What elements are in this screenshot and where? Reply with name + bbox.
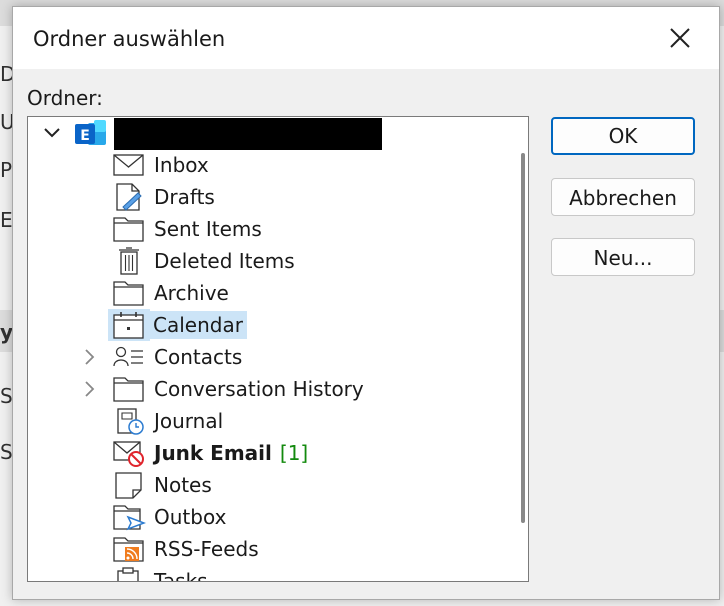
tree-item-label: Inbox xyxy=(154,153,209,177)
tree-item-journal[interactable]: Journal xyxy=(28,405,508,437)
folder-icon xyxy=(112,279,146,307)
cancel-button[interactable]: Abbrechen xyxy=(551,178,695,216)
tree-item-junk-email[interactable]: Junk Email [1] xyxy=(28,437,508,469)
select-folder-dialog: Ordner auswählen Ordner: E Inbox Drafts … xyxy=(12,6,720,600)
tree-item-label: Outbox xyxy=(154,505,227,529)
dialog-title: Ordner auswählen xyxy=(33,27,226,51)
folder-label: Ordner: xyxy=(27,86,103,110)
tree-item-deleted-items[interactable]: Deleted Items xyxy=(28,245,508,277)
junk-icon xyxy=(112,439,146,467)
tree-item-outbox[interactable]: Outbox xyxy=(28,501,508,533)
chevron-down-icon[interactable] xyxy=(42,123,62,143)
ok-button[interactable]: OK xyxy=(551,117,695,155)
tree-item-archive[interactable]: Archive xyxy=(28,277,508,309)
tree-item-label: Tasks xyxy=(154,569,208,582)
tasks-icon xyxy=(112,567,146,581)
tree-item-calendar[interactable]: Calendar xyxy=(28,309,508,341)
tree-item-label: Journal xyxy=(154,409,224,433)
tree-item-contacts[interactable]: Contacts xyxy=(28,341,508,373)
tree-item-label: Notes xyxy=(154,473,212,497)
rss-icon xyxy=(112,535,146,563)
contacts-icon xyxy=(112,343,146,371)
folder-icon xyxy=(112,215,146,243)
tree-item-drafts[interactable]: Drafts xyxy=(28,181,508,213)
redacted-account-name xyxy=(114,118,382,150)
folder-icon xyxy=(112,375,146,403)
folder-tree[interactable]: E Inbox Drafts Sent Items Deleted Items … xyxy=(27,116,529,582)
svg-text:E: E xyxy=(80,128,90,144)
chevron-right-icon[interactable] xyxy=(80,379,100,399)
tree-scrollbar[interactable] xyxy=(521,153,525,523)
close-button[interactable] xyxy=(663,21,697,55)
tree-item-notes[interactable]: Notes xyxy=(28,469,508,501)
tree-row-account[interactable]: E xyxy=(28,117,508,150)
tree-item-label: Conversation History xyxy=(154,377,364,401)
tree-item-label: Deleted Items xyxy=(154,249,295,273)
tree-item-conversation-history[interactable]: Conversation History xyxy=(28,373,508,405)
unread-count-badge: [1] xyxy=(279,441,309,465)
calendar-icon xyxy=(112,311,146,339)
close-icon xyxy=(670,28,690,48)
note-icon xyxy=(112,471,146,499)
tree-item-sent-items[interactable]: Sent Items xyxy=(28,213,508,245)
tree-item-label: RSS-Feeds xyxy=(154,537,259,561)
tree-item-inbox[interactable]: Inbox xyxy=(28,149,508,181)
outbox-icon xyxy=(112,503,146,531)
junk-email-name: Junk Email xyxy=(154,441,272,465)
tree-item-label: Contacts xyxy=(154,345,243,369)
dialog-titlebar: Ordner auswählen xyxy=(13,7,719,69)
tree-item-rss-feeds[interactable]: RSS-Feeds xyxy=(28,533,508,565)
tree-item-label: Archive xyxy=(154,281,229,305)
tree-item-label: Junk Email [1] xyxy=(151,439,312,467)
draft-icon xyxy=(112,183,146,211)
tree-item-label: Calendar xyxy=(150,311,247,339)
tree-item-label: Sent Items xyxy=(154,217,262,241)
journal-icon xyxy=(112,407,146,435)
tree-item-label: Drafts xyxy=(154,185,215,209)
trash-icon xyxy=(112,247,146,275)
chevron-right-icon[interactable] xyxy=(80,347,100,367)
exchange-icon: E xyxy=(74,118,108,146)
envelope-icon xyxy=(112,151,146,179)
tree-item-tasks[interactable]: Tasks xyxy=(28,565,508,582)
new-folder-button[interactable]: Neu... xyxy=(551,238,695,276)
